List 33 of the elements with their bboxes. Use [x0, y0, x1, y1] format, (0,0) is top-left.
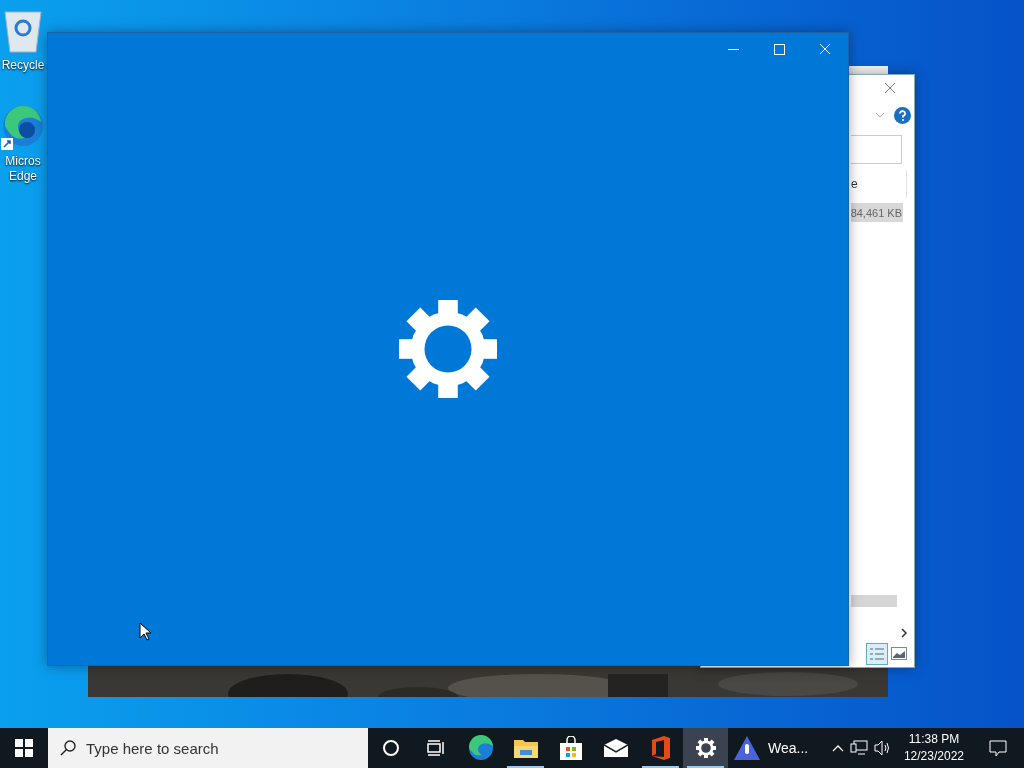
close-icon[interactable] — [884, 82, 896, 94]
search-field[interactable]: Type here to search — [48, 728, 368, 768]
column-header[interactable]: e — [851, 170, 907, 198]
scrollbar[interactable] — [851, 595, 897, 607]
table-cell: 84,461 KB — [851, 203, 903, 222]
office-icon — [651, 736, 670, 760]
recycle-bin-icon — [3, 8, 43, 54]
taskbar-app-button[interactable] — [683, 728, 728, 768]
circle-icon — [381, 739, 400, 757]
volume-icon[interactable] — [873, 740, 892, 756]
browser-icon — [467, 735, 494, 761]
network-icon[interactable] — [849, 740, 868, 756]
image-view-icon[interactable] — [891, 647, 907, 660]
gear-icon — [695, 738, 716, 758]
task-view-icon — [426, 740, 445, 756]
weather-button[interactable]: Wea... — [728, 728, 819, 768]
help-icon[interactable] — [894, 107, 911, 124]
browser-icon — [1, 104, 45, 150]
input-field[interactable] — [851, 135, 902, 164]
windows-logo-icon — [15, 739, 33, 757]
shopping-bag-icon — [558, 736, 583, 760]
search-icon — [60, 740, 76, 756]
thermometer-icon — [734, 736, 760, 760]
maximize-icon — [773, 43, 785, 55]
notification-icon — [989, 739, 1007, 757]
chevron-up-icon[interactable] — [831, 744, 844, 752]
cursor-icon — [139, 622, 151, 641]
chevron-right-icon[interactable] — [901, 628, 908, 638]
clock[interactable]: 11:38 PM 12/23/2022 — [897, 731, 970, 765]
close-icon — [819, 43, 831, 55]
folder-icon — [513, 738, 538, 758]
minimize-icon — [727, 48, 739, 50]
mail-icon — [603, 739, 628, 757]
